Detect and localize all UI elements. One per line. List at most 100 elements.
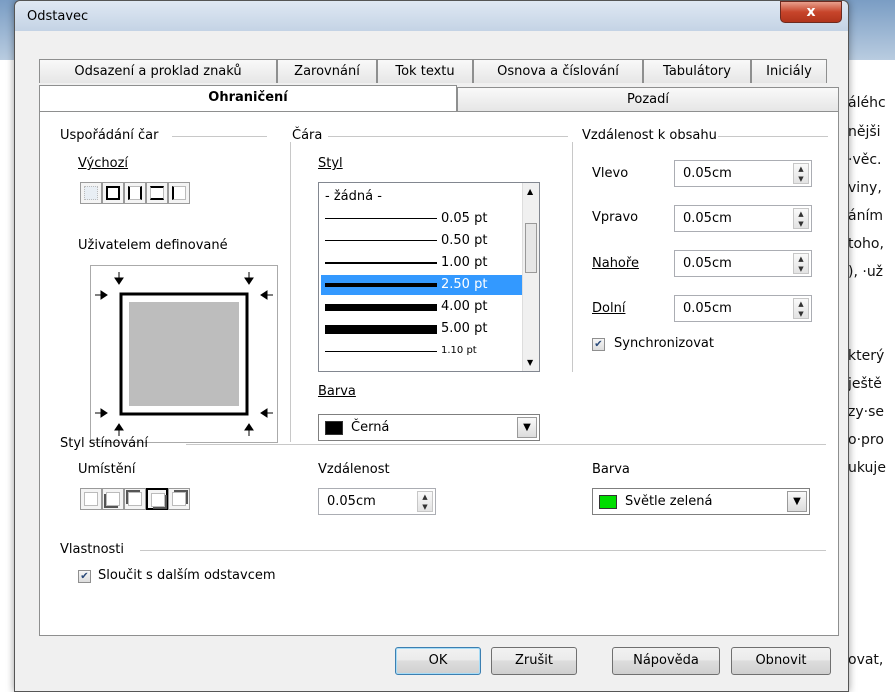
properties-title: Vlastnosti — [60, 542, 125, 557]
line-sample — [325, 262, 437, 264]
spin-arrows-icon[interactable]: ▲ ▼ — [793, 298, 809, 319]
list-item[interactable]: 5.00 pt — [321, 319, 538, 339]
bg-text: ještě — [848, 376, 882, 392]
divider — [718, 136, 828, 137]
preset-top-bottom-button[interactable] — [146, 182, 168, 204]
sync-checkbox[interactable]: ✔ — [592, 338, 605, 351]
divider — [140, 550, 826, 551]
divider — [328, 136, 568, 137]
spin-arrows-icon[interactable]: ▲ ▼ — [417, 491, 433, 512]
list-item[interactable]: 1.10 pt — [321, 341, 538, 355]
list-item[interactable]: 4.00 pt — [321, 297, 538, 317]
line-sample — [325, 325, 437, 334]
divider — [572, 142, 573, 372]
reset-button[interactable]: Obnovit — [731, 647, 831, 675]
spacing-left-input[interactable]: 0.05cm ▲ ▼ — [674, 160, 812, 187]
tab-text-flow[interactable]: Tok textu — [377, 59, 473, 83]
bg-text: ·věc. — [848, 152, 882, 168]
help-button[interactable]: Nápověda — [612, 647, 720, 675]
list-item-label: 1.10 pt — [441, 345, 477, 355]
color-swatch — [599, 495, 617, 509]
scroll-down-icon[interactable]: ▼ — [527, 358, 533, 367]
user-defined-label: Uživatelem definované — [78, 238, 228, 253]
list-item[interactable]: 0.05 pt — [321, 209, 538, 229]
line-sample — [325, 283, 437, 287]
tab-drop-caps[interactable]: Iniciály — [751, 59, 827, 83]
list-item[interactable]: 0.50 pt — [321, 231, 538, 251]
border-preview[interactable] — [90, 265, 278, 443]
shadow-distance-label: Vzdálenost — [318, 462, 390, 477]
window-title: Odstavec — [27, 9, 89, 24]
chevron-down-icon[interactable]: ▼ — [517, 417, 537, 438]
line-color-select[interactable]: Černá ▼ — [318, 414, 540, 441]
close-button[interactable]: x — [780, 1, 842, 23]
tab-outline-numbering[interactable]: Osnova a číslování — [473, 59, 643, 83]
divider — [290, 142, 291, 442]
shadow-bottom-left-button[interactable] — [102, 488, 124, 510]
preset-left-right-button[interactable] — [124, 182, 146, 204]
line-sample — [325, 351, 437, 352]
spacing-bottom-value: 0.05cm — [683, 301, 732, 316]
bg-text: áléhc — [848, 95, 886, 111]
default-label: Výchozí — [78, 156, 129, 171]
list-item[interactable]: 1.00 pt — [321, 253, 538, 273]
scroll-up-icon[interactable]: ▲ — [527, 187, 533, 196]
line-color-label: Barva — [318, 384, 356, 399]
line-title: Čára — [292, 128, 323, 143]
tab-indents-spacing[interactable]: Odsazení a proklad znaků — [39, 59, 277, 83]
shadow-color-label: Barva — [592, 462, 630, 477]
preset-left-button[interactable] — [168, 182, 190, 204]
shadow-color-value: Světle zelená — [625, 494, 713, 509]
list-item-label: 0.05 pt — [441, 211, 488, 226]
preset-box-button[interactable] — [102, 182, 124, 204]
tab-alignment[interactable]: Zarovnání — [277, 59, 377, 83]
scroll-thumb[interactable] — [525, 223, 537, 273]
borders-panel: Uspořádání čar Výchozí Uživatelem defino… — [39, 111, 839, 636]
bg-text: viny, — [848, 180, 882, 196]
merge-checkbox[interactable]: ✔ — [78, 570, 91, 583]
tab-borders[interactable]: Ohraničení — [39, 85, 457, 111]
spin-arrows-icon[interactable]: ▲ ▼ — [793, 208, 809, 229]
chevron-down-icon[interactable]: ▼ — [787, 491, 807, 512]
spacing-top-input[interactable]: 0.05cm ▲ ▼ — [674, 250, 812, 277]
tab-tabs[interactable]: Tabulátory — [643, 59, 751, 83]
merge-label: Sloučit s dalším odstavcem — [98, 568, 276, 583]
line-sample — [325, 240, 437, 241]
preset-none-button[interactable] — [80, 182, 102, 204]
list-item-label: 1.00 pt — [441, 255, 488, 270]
divider — [186, 444, 826, 445]
shadow-bottom-right-button[interactable] — [146, 488, 168, 510]
list-item[interactable]: - žádná - — [321, 187, 538, 207]
shadow-top-left-button[interactable] — [124, 488, 146, 510]
color-swatch — [325, 421, 343, 435]
tab-background[interactable]: Pozadí — [457, 87, 839, 111]
spin-arrows-icon[interactable]: ▲ ▼ — [793, 253, 809, 274]
line-sample — [325, 304, 437, 311]
shadow-none-button[interactable] — [80, 488, 102, 510]
list-item-label: 0.50 pt — [441, 233, 488, 248]
spacing-top-label: Nahoře — [592, 256, 639, 271]
list-item-label: 2.50 pt — [441, 277, 488, 292]
bg-text: který — [848, 348, 885, 364]
shadow-top-right-button[interactable] — [168, 488, 190, 510]
bg-text: o·pro — [848, 432, 884, 448]
list-item-selected[interactable]: 2.50 pt — [321, 275, 538, 295]
spacing-right-label: Vpravo — [592, 210, 639, 225]
shadow-distance-input[interactable]: 0.05cm ▲ ▼ — [318, 488, 436, 515]
spin-arrows-icon[interactable]: ▲ ▼ — [793, 163, 809, 184]
shadow-distance-value: 0.05cm — [327, 494, 376, 509]
bg-text: zy·se — [848, 404, 884, 420]
list-item-label: 4.00 pt — [441, 299, 488, 314]
shadow-color-select[interactable]: Světle zelená ▼ — [592, 488, 810, 515]
ok-button[interactable]: OK — [395, 647, 481, 675]
spacing-bottom-label: Dolní — [592, 301, 626, 316]
list-scrollbar[interactable]: ▲ ▼ — [522, 183, 539, 371]
spacing-bottom-input[interactable]: 0.05cm ▲ ▼ — [674, 295, 812, 322]
divider — [172, 136, 267, 137]
cancel-button[interactable]: Zrušit — [491, 647, 577, 675]
bg-text: toho, — [848, 236, 884, 252]
list-item-label: - žádná - — [325, 189, 382, 204]
spacing-right-input[interactable]: 0.05cm ▲ ▼ — [674, 205, 812, 232]
line-style-list[interactable]: - žádná - 0.05 pt 0.50 pt 1.00 pt 2.50 p… — [318, 182, 540, 372]
spacing-right-value: 0.05cm — [683, 211, 732, 226]
